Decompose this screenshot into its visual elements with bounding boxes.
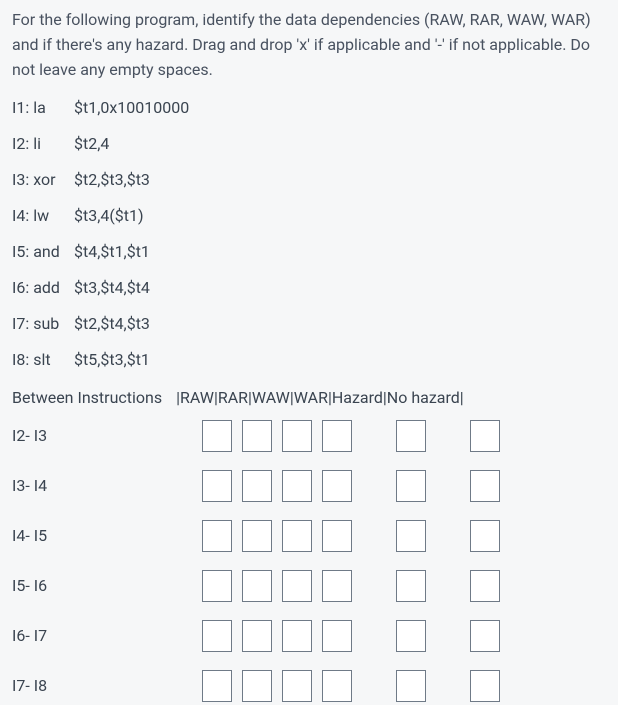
- dropzone-group: [202, 570, 510, 602]
- dropzone-waw[interactable]: [282, 620, 312, 652]
- dropzone-hazard[interactable]: [396, 620, 426, 652]
- instr-operands: $t2,$t3,$t3: [74, 168, 150, 192]
- instruction-row: I3: xor $t2,$t3,$t3: [12, 168, 606, 192]
- instruction-row: I7: sub $t2,$t4,$t3: [12, 312, 606, 336]
- dropzone-no-hazard[interactable]: [470, 670, 500, 702]
- dropzone-war[interactable]: [322, 570, 352, 602]
- dropzone-no-hazard[interactable]: [470, 520, 500, 552]
- dropzone-rar[interactable]: [242, 520, 272, 552]
- instr-operands: $t2,$t4,$t3: [74, 312, 150, 336]
- dropzone-hazard[interactable]: [396, 570, 426, 602]
- header-right: |RAW|RAR|WAW|WAR|Hazard|No hazard|: [176, 386, 464, 410]
- intro-text: For the following program, identify the …: [12, 8, 606, 82]
- answer-row: I2- I3: [12, 420, 606, 452]
- instr-operands: $t5,$t3,$t1: [74, 348, 150, 372]
- header-left: Between Instructions: [12, 386, 162, 410]
- instr-label: I4: lw: [12, 204, 66, 228]
- answer-row: I7- I8: [12, 670, 606, 702]
- dropzone-war[interactable]: [322, 470, 352, 502]
- pair-label: I5- I6: [12, 574, 202, 598]
- answer-row: I6- I7: [12, 620, 606, 652]
- instr-label: I1: la: [12, 96, 66, 120]
- instruction-list: I1: la $t1,0x10010000 I2: li $t2,4 I3: x…: [12, 96, 606, 372]
- dropzone-group: [202, 470, 510, 502]
- dropzone-group: [202, 420, 510, 452]
- answer-header: Between Instructions |RAW|RAR|WAW|WAR|Ha…: [12, 386, 606, 410]
- pair-label: I4- I5: [12, 524, 202, 548]
- dropzone-hazard[interactable]: [396, 670, 426, 702]
- instr-operands: $t1,0x10010000: [74, 96, 189, 120]
- dropzone-raw[interactable]: [202, 420, 232, 452]
- answer-row: I3- I4: [12, 470, 606, 502]
- dropzone-raw[interactable]: [202, 620, 232, 652]
- dropzone-group: [202, 670, 510, 702]
- instruction-row: I5: and $t4,$t1,$t1: [12, 240, 606, 264]
- dropzone-group: [202, 520, 510, 552]
- instr-operands: $t4,$t1,$t1: [74, 240, 150, 264]
- answers-grid: I2- I3 I3- I4 I4- I5: [12, 420, 606, 702]
- answer-row: I5- I6: [12, 570, 606, 602]
- dropzone-war[interactable]: [322, 670, 352, 702]
- instr-label: I7: sub: [12, 312, 66, 336]
- instr-label: I6: add: [12, 276, 66, 300]
- instr-label: I5: and: [12, 240, 66, 264]
- answer-row: I4- I5: [12, 520, 606, 552]
- dropzone-rar[interactable]: [242, 420, 272, 452]
- dropzone-waw[interactable]: [282, 520, 312, 552]
- dropzone-hazard[interactable]: [396, 470, 426, 502]
- pair-label: I7- I8: [12, 674, 202, 698]
- instruction-row: I4: lw $t3,4($t1): [12, 204, 606, 228]
- dropzone-raw[interactable]: [202, 520, 232, 552]
- instr-label: I8: slt: [12, 348, 66, 372]
- dropzone-waw[interactable]: [282, 470, 312, 502]
- dropzone-war[interactable]: [322, 420, 352, 452]
- dropzone-no-hazard[interactable]: [470, 420, 500, 452]
- dropzone-hazard[interactable]: [396, 520, 426, 552]
- dropzone-waw[interactable]: [282, 670, 312, 702]
- instr-operands: $t3,4($t1): [74, 204, 144, 228]
- dropzone-no-hazard[interactable]: [470, 620, 500, 652]
- instruction-row: I6: add $t3,$t4,$t4: [12, 276, 606, 300]
- instr-operands: $t2,4: [74, 132, 109, 156]
- dropzone-hazard[interactable]: [396, 420, 426, 452]
- dropzone-war[interactable]: [322, 520, 352, 552]
- dropzone-rar[interactable]: [242, 620, 272, 652]
- instr-label: I3: xor: [12, 168, 66, 192]
- dropzone-raw[interactable]: [202, 470, 232, 502]
- instr-label: I2: li: [12, 132, 66, 156]
- pair-label: I6- I7: [12, 624, 202, 648]
- dropzone-war[interactable]: [322, 620, 352, 652]
- dropzone-rar[interactable]: [242, 470, 272, 502]
- dropzone-raw[interactable]: [202, 670, 232, 702]
- dropzone-rar[interactable]: [242, 670, 272, 702]
- dropzone-group: [202, 620, 510, 652]
- instruction-row: I1: la $t1,0x10010000: [12, 96, 606, 120]
- dropzone-rar[interactable]: [242, 570, 272, 602]
- dropzone-no-hazard[interactable]: [470, 570, 500, 602]
- instruction-row: I8: slt $t5,$t3,$t1: [12, 348, 606, 372]
- dropzone-raw[interactable]: [202, 570, 232, 602]
- pair-label: I3- I4: [12, 474, 202, 498]
- dropzone-waw[interactable]: [282, 570, 312, 602]
- instruction-row: I2: li $t2,4: [12, 132, 606, 156]
- instr-operands: $t3,$t4,$t4: [74, 276, 150, 300]
- pair-label: I2- I3: [12, 424, 202, 448]
- dropzone-waw[interactable]: [282, 420, 312, 452]
- dropzone-no-hazard[interactable]: [470, 470, 500, 502]
